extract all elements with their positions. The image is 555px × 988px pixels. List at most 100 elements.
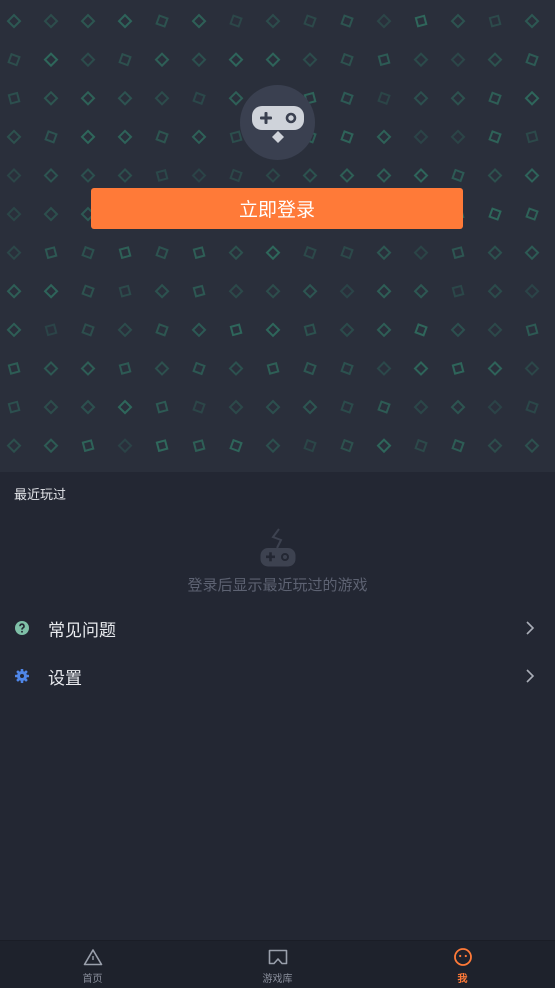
library-icon bbox=[268, 949, 287, 965]
avatar[interactable] bbox=[240, 85, 315, 160]
pattern-diamond bbox=[228, 245, 244, 261]
pattern-diamond bbox=[265, 52, 281, 68]
pattern-diamond bbox=[414, 323, 428, 337]
pattern-diamond bbox=[303, 245, 317, 260]
pattern-diamond bbox=[229, 438, 243, 453]
pattern-diamond bbox=[80, 13, 96, 29]
pattern-diamond bbox=[376, 245, 392, 261]
pattern-diamond bbox=[192, 284, 206, 298]
tab-library[interactable]: 游戏库 bbox=[185, 941, 370, 988]
pattern-diamond bbox=[525, 52, 539, 67]
pattern-diamond bbox=[376, 168, 392, 183]
help-icon bbox=[15, 621, 29, 635]
pattern-diamond bbox=[340, 52, 354, 67]
pattern-diamond bbox=[192, 91, 206, 105]
pattern-diamond bbox=[154, 52, 170, 68]
pattern-diamond bbox=[413, 90, 429, 106]
pattern-diamond bbox=[117, 322, 133, 338]
pattern-diamond bbox=[450, 90, 466, 106]
pattern-diamond bbox=[451, 168, 465, 183]
recent-section-title: 最近玩过 bbox=[14, 488, 67, 503]
pattern-diamond bbox=[487, 361, 503, 376]
pattern-diamond bbox=[451, 362, 465, 375]
pattern-diamond bbox=[377, 91, 391, 105]
pattern-diamond bbox=[117, 90, 133, 106]
menu-item-faq[interactable]: 常见问题 bbox=[0, 606, 555, 650]
pattern-diamond bbox=[265, 13, 281, 29]
face-icon bbox=[453, 948, 472, 966]
pattern-diamond bbox=[6, 206, 22, 222]
tab-home[interactable]: 首页 bbox=[0, 941, 185, 988]
pattern-diamond bbox=[487, 245, 503, 261]
menu-item-label: 设置 bbox=[48, 668, 82, 689]
pattern-diamond bbox=[376, 361, 392, 376]
pattern-diamond bbox=[450, 13, 466, 29]
pattern-diamond bbox=[118, 284, 132, 298]
pattern-diamond bbox=[7, 362, 21, 375]
pattern-diamond bbox=[524, 361, 540, 376]
pattern-diamond bbox=[340, 438, 354, 453]
pattern-diamond bbox=[451, 246, 465, 260]
pattern-diamond bbox=[302, 52, 318, 68]
pattern-diamond bbox=[488, 14, 502, 28]
pattern-diamond bbox=[413, 361, 429, 376]
pattern-diamond bbox=[228, 52, 244, 68]
pattern-diamond bbox=[340, 245, 354, 260]
pattern-diamond bbox=[118, 52, 132, 67]
pattern-diamond bbox=[81, 284, 95, 298]
pattern-diamond bbox=[413, 245, 429, 261]
pattern-diamond bbox=[488, 91, 502, 105]
pattern-diamond bbox=[43, 90, 59, 106]
pattern-diamond bbox=[450, 129, 466, 145]
pattern-diamond bbox=[229, 14, 243, 28]
pattern-diamond bbox=[450, 399, 466, 415]
chevron-right-icon bbox=[526, 621, 535, 635]
pattern-diamond bbox=[340, 14, 354, 28]
pattern-diamond bbox=[228, 283, 244, 299]
menu-item-label: 常见问题 bbox=[48, 620, 116, 641]
pattern-diamond bbox=[265, 168, 281, 183]
pattern-diamond bbox=[43, 168, 59, 183]
pattern-diamond bbox=[302, 168, 318, 183]
gamepad-icon bbox=[251, 105, 304, 143]
pattern-diamond bbox=[524, 438, 540, 454]
login-button[interactable]: 立即登录 bbox=[91, 188, 463, 229]
pattern-diamond bbox=[265, 322, 281, 338]
pattern-diamond bbox=[525, 130, 539, 144]
pattern-diamond bbox=[154, 361, 170, 376]
pattern-diamond bbox=[524, 168, 540, 183]
pattern-diamond bbox=[7, 91, 21, 105]
pattern-diamond bbox=[450, 322, 466, 338]
pattern-diamond bbox=[6, 129, 22, 145]
pattern-diamond bbox=[340, 130, 354, 144]
pattern-diamond bbox=[413, 52, 429, 68]
pattern-diamond bbox=[155, 245, 169, 260]
pattern-diamond bbox=[340, 91, 354, 105]
pattern-diamond bbox=[376, 283, 392, 299]
recent-empty-message: 登录后显示最近玩过的游戏 bbox=[187, 576, 368, 594]
pattern-diamond bbox=[228, 361, 244, 376]
pattern-diamond bbox=[303, 14, 317, 28]
pattern-diamond bbox=[524, 13, 540, 29]
pattern-diamond bbox=[265, 245, 281, 261]
pattern-diamond bbox=[117, 438, 133, 454]
pattern-diamond bbox=[80, 361, 96, 376]
pattern-diamond bbox=[192, 246, 206, 260]
pattern-diamond bbox=[7, 400, 21, 414]
pattern-diamond bbox=[377, 400, 391, 414]
menu-item-settings[interactable]: 设置 bbox=[0, 654, 555, 698]
pattern-diamond bbox=[303, 323, 317, 337]
pattern-diamond bbox=[265, 399, 281, 415]
pattern-diamond bbox=[376, 322, 392, 338]
pattern-diamond bbox=[303, 438, 317, 453]
pattern-diamond bbox=[487, 52, 503, 68]
tab-me[interactable]: 我 bbox=[370, 941, 555, 988]
pattern-diamond bbox=[524, 245, 540, 261]
pattern-diamond bbox=[155, 169, 169, 182]
pattern-diamond bbox=[192, 400, 206, 414]
pattern-diamond bbox=[228, 90, 244, 106]
pattern-diamond bbox=[229, 168, 243, 183]
pattern-diamond bbox=[117, 129, 133, 145]
pattern-diamond bbox=[229, 323, 243, 337]
pattern-diamond bbox=[43, 206, 59, 222]
